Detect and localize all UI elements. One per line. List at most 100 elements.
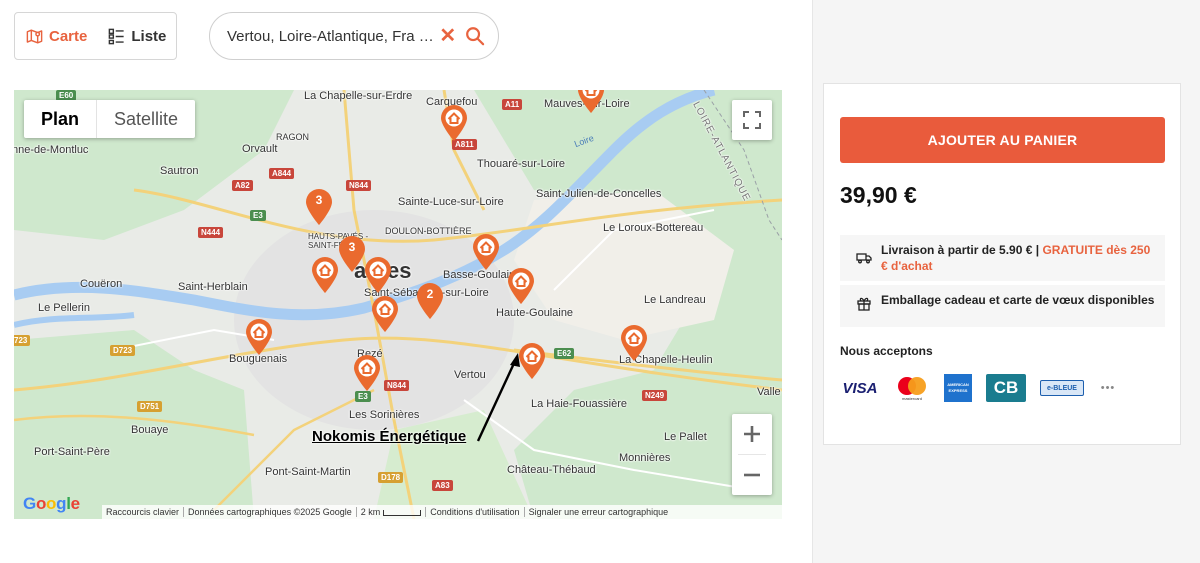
visa-text: VISA xyxy=(842,379,878,397)
payment-methods: VISA mastercard AMERICAN EXPRESS CB e-BL… xyxy=(840,374,1132,402)
delivery-info: Livraison à partir de 5.90 € | GRATUITE … xyxy=(840,235,1165,281)
place-label: DOULON-BOTTIÈRE xyxy=(385,226,472,236)
annotation-label: Nokomis Énergétique xyxy=(312,428,467,445)
delivery-text: Livraison à partir de 5.90 € | GRATUITE … xyxy=(881,242,1155,274)
store-marker[interactable] xyxy=(576,90,606,114)
map-view-label: Carte xyxy=(49,27,88,45)
fullscreen-button[interactable] xyxy=(732,100,772,140)
scale-label: 2 km xyxy=(360,507,381,517)
plus-icon xyxy=(744,426,760,442)
house-pin-icon xyxy=(578,90,604,113)
road-shield: D178 xyxy=(378,472,404,483)
terms-link[interactable]: Conditions d'utilisation xyxy=(426,507,523,517)
ebleue-logo: e-BLEUE xyxy=(1040,380,1084,396)
marker-cluster[interactable]: 3 xyxy=(337,235,367,273)
more-payments[interactable]: ••• xyxy=(1098,382,1118,394)
place-label: Le Loroux-Bottereau xyxy=(603,222,704,234)
store-marker[interactable] xyxy=(363,256,393,294)
place-label: Le Pallet xyxy=(664,431,707,443)
google-logo: Google xyxy=(23,494,80,513)
place-label: nne-de-Montluc xyxy=(14,144,89,156)
store-marker[interactable] xyxy=(619,324,649,362)
product-price: 39,90 € xyxy=(840,182,917,208)
place-label: Monnières xyxy=(619,452,671,464)
search-icon[interactable] xyxy=(464,25,486,47)
cart-card: AJOUTER AU PANIER 39,90 € Livraison à pa… xyxy=(823,83,1181,445)
map-type-satellite[interactable]: Satellite xyxy=(97,100,195,138)
place-label: Saint-Julien-de-Concelles xyxy=(536,188,662,200)
road-shield: N249 xyxy=(642,390,668,401)
cluster-count: 3 xyxy=(348,240,356,254)
payment-methods-title: Nous acceptons xyxy=(840,344,933,358)
view-toggle: Carte Liste xyxy=(14,12,177,60)
place-label: Sautron xyxy=(160,165,199,177)
road-shield: E3 xyxy=(250,210,266,221)
place-label: Les Sorinières xyxy=(349,409,420,421)
store-marker[interactable] xyxy=(471,233,501,271)
cluster-count: 3 xyxy=(315,193,323,207)
mastercard-logo: mastercard xyxy=(894,376,930,401)
place-label: Port-Saint-Père xyxy=(34,446,110,458)
marker-cluster[interactable]: 2 xyxy=(415,282,445,320)
zoom-in-button[interactable] xyxy=(732,414,772,454)
list-view-label: Liste xyxy=(131,27,167,45)
map-scale[interactable]: 2 km xyxy=(357,507,426,517)
store-marker[interactable] xyxy=(244,318,274,356)
map-type-control: Plan Satellite xyxy=(24,100,196,138)
cb-logo: CB xyxy=(986,374,1026,402)
report-error-link[interactable]: Signaler une erreur cartographique xyxy=(525,507,673,517)
house-pin-icon xyxy=(354,355,380,391)
truck-icon xyxy=(856,253,872,264)
keyboard-shortcuts-link[interactable]: Raccourcis clavier xyxy=(102,507,183,517)
cluster-count: 2 xyxy=(426,287,434,301)
delivery-price-text: Livraison à partir de 5.90 € | xyxy=(881,243,1043,257)
place-label: Valle xyxy=(757,386,781,398)
place-label: Haute-Goulaine xyxy=(496,307,574,319)
house-pin-icon xyxy=(365,257,391,293)
zoom-control xyxy=(732,414,772,495)
location-search-input[interactable] xyxy=(227,27,436,45)
location-search: ✕ xyxy=(209,12,499,60)
amex-text: AMERICAN EXPRESS xyxy=(947,382,969,393)
road-shield: A11 xyxy=(502,99,523,110)
map-view-button[interactable]: Carte xyxy=(15,13,97,59)
gift-icon xyxy=(857,297,871,311)
store-marker[interactable] xyxy=(310,256,340,294)
road-shield: A844 xyxy=(269,168,295,179)
annotation-arrow-icon xyxy=(476,353,520,442)
visa-logo: VISA xyxy=(840,380,880,397)
house-pin-icon xyxy=(621,325,647,361)
store-marker[interactable] xyxy=(506,267,536,305)
add-to-cart-button[interactable]: AJOUTER AU PANIER xyxy=(840,117,1165,163)
store-marker[interactable] xyxy=(370,295,400,333)
marker-cluster[interactable]: 3 xyxy=(304,188,334,226)
place-label: Bouaye xyxy=(131,424,169,436)
cb-text: CB xyxy=(993,378,1019,397)
house-pin-icon xyxy=(441,105,467,141)
map-type-plan[interactable]: Plan xyxy=(24,100,96,138)
place-label: Saint-Herblain xyxy=(178,281,248,293)
mastercard-icon xyxy=(898,376,926,395)
amex-logo: AMERICAN EXPRESS xyxy=(944,374,972,402)
list-icon xyxy=(109,28,124,44)
place-label: Pont-Saint-Martin xyxy=(265,466,351,478)
road-shield: A83 xyxy=(432,480,453,491)
map[interactable]: La Chapelle-sur-Erdre Carquefou Mauves-s… xyxy=(14,90,782,519)
list-view-button[interactable]: Liste xyxy=(97,13,176,59)
fullscreen-icon xyxy=(743,111,761,129)
zoom-out-button[interactable] xyxy=(732,455,772,495)
house-pin-icon xyxy=(246,319,272,355)
map-data-credit: Données cartographiques ©2025 Google xyxy=(188,507,352,517)
store-marker[interactable] xyxy=(439,104,469,142)
road-shield: D751 xyxy=(137,401,163,412)
page: Carte Liste ✕ xyxy=(0,0,1200,563)
store-marker[interactable] xyxy=(352,354,382,392)
place-label: Le Landreau xyxy=(644,294,706,306)
gift-text: Emballage cadeau et carte de vœux dispon… xyxy=(881,293,1155,307)
house-pin-icon xyxy=(372,296,398,332)
clear-icon[interactable]: ✕ xyxy=(439,26,456,46)
place-label: La Haie-Fouassière xyxy=(531,398,627,410)
place-label: Orvault xyxy=(242,143,278,155)
road-shield: E3 xyxy=(355,391,371,402)
road-shield: 723 xyxy=(14,335,31,346)
